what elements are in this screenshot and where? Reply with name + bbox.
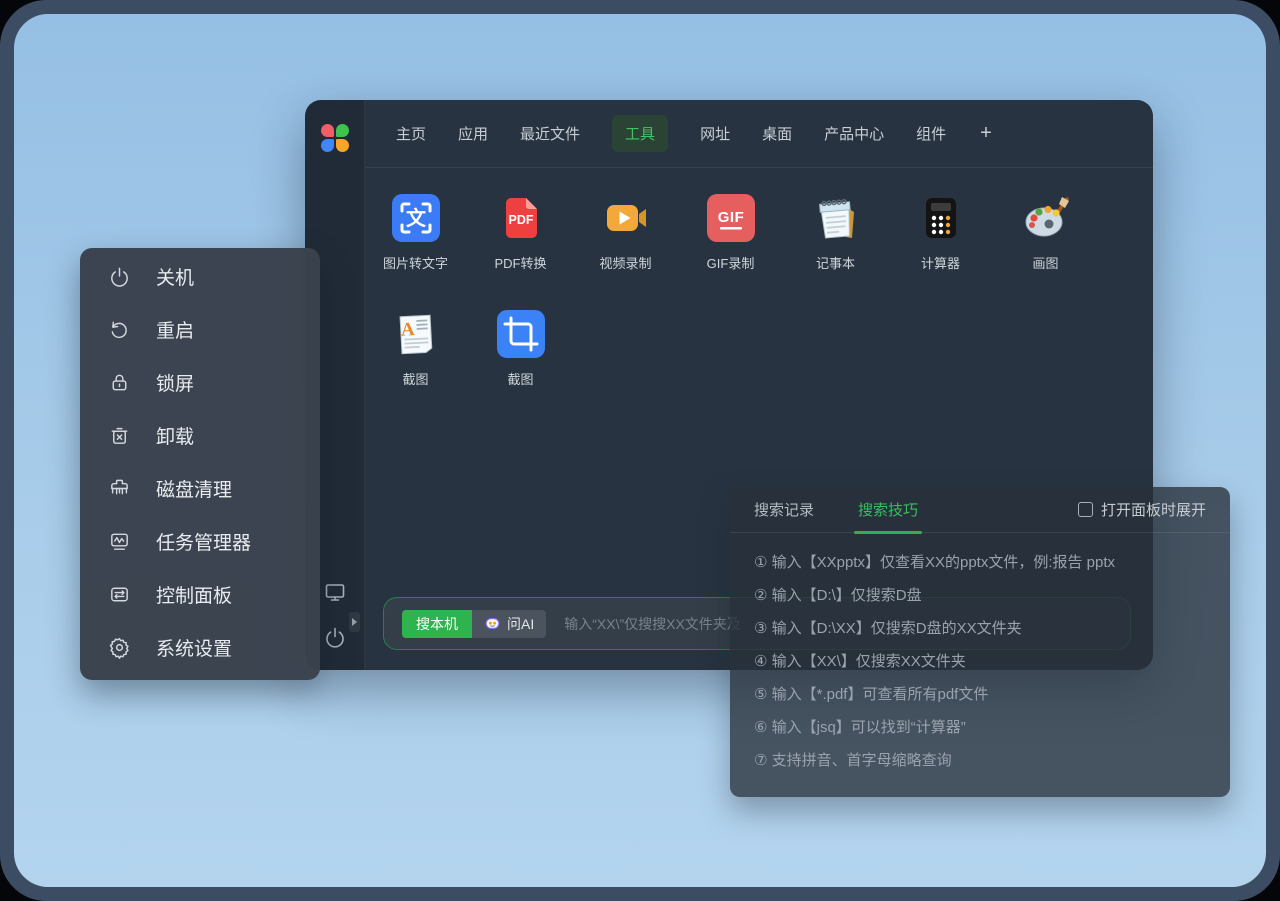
- menu-item-uninstall[interactable]: 卸载: [80, 409, 320, 462]
- notepad-icon: [812, 194, 860, 242]
- tip-item: ⑦ 支持拼音、首字母缩略查询: [754, 744, 1206, 777]
- expand-checkbox[interactable]: [1078, 502, 1093, 517]
- ask-ai-label: 问AI: [507, 614, 534, 634]
- tool-ocr[interactable]: 文 图片转文字: [363, 194, 468, 272]
- tool-paint[interactable]: 画图: [993, 194, 1098, 272]
- tool-label: 视频录制: [599, 253, 651, 272]
- tab-search-history[interactable]: 搜索记录: [754, 499, 814, 520]
- tips-list: ① 输入【XXpptx】仅查看XX的pptx文件，例:报告 pptx ② 输入【…: [730, 533, 1230, 777]
- monitor-icon[interactable]: [323, 580, 347, 609]
- video-camera-icon: [602, 194, 650, 242]
- ocr-icon: 文: [392, 194, 440, 242]
- menu-item-label: 卸载: [156, 422, 194, 449]
- menu-item-label: 磁盘清理: [156, 475, 232, 502]
- tool-gif-record[interactable]: GIF GIF录制: [678, 194, 783, 272]
- sidebar-collapse-handle[interactable]: [349, 612, 360, 632]
- expand-on-open-option[interactable]: 打开面板时展开: [1078, 499, 1206, 520]
- tool-screenshot-crop[interactable]: 截图: [468, 310, 573, 388]
- tip-item: ② 输入【D:\】仅搜索D盘: [754, 579, 1206, 612]
- tool-label: 计算器: [921, 253, 960, 272]
- search-tips-panel: 搜索记录 搜索技巧 打开面板时展开 ① 输入【XXpptx】仅查看XX的pptx…: [730, 487, 1230, 797]
- menu-item-disk-cleanup[interactable]: 磁盘清理: [80, 462, 320, 515]
- menu-item-label: 锁屏: [156, 369, 194, 396]
- logo-petal-blue: [321, 139, 334, 152]
- tab-tools[interactable]: 工具: [612, 115, 668, 152]
- calculator-icon: [917, 194, 965, 242]
- tab-home[interactable]: 主页: [396, 123, 426, 144]
- menu-item-label: 重启: [156, 316, 194, 343]
- tab-search-tips[interactable]: 搜索技巧: [858, 499, 918, 520]
- menu-item-restart[interactable]: 重启: [80, 303, 320, 356]
- tool-screenshot-doc[interactable]: A 截图: [363, 310, 468, 388]
- tip-item: ③ 输入【D:\XX】仅搜索D盘的XX文件夹: [754, 612, 1206, 645]
- lock-icon: [108, 371, 131, 394]
- pdf-icon: PDF: [497, 194, 545, 242]
- trash-x-icon: [108, 424, 131, 447]
- tool-label: GIF录制: [707, 253, 755, 272]
- tab-apps[interactable]: 应用: [458, 123, 488, 144]
- menu-item-label: 关机: [156, 263, 194, 290]
- ask-ai-button[interactable]: 问AI: [472, 610, 546, 638]
- tip-item: ① 输入【XXpptx】仅查看XX的pptx文件，例:报告 pptx: [754, 546, 1206, 579]
- menu-item-label: 控制面板: [156, 581, 232, 608]
- menu-item-task-manager[interactable]: 任务管理器: [80, 515, 320, 568]
- tool-pdf-convert[interactable]: PDF PDF转换: [468, 194, 573, 272]
- tab-desktop[interactable]: 桌面: [762, 123, 792, 144]
- tool-label: 记事本: [816, 253, 855, 272]
- logo-petal-green: [336, 124, 349, 137]
- tool-label: 画图: [1032, 253, 1058, 272]
- tool-label: 截图: [507, 369, 533, 388]
- tool-label: 截图: [402, 369, 428, 388]
- tab-urls[interactable]: 网址: [700, 123, 730, 144]
- svg-text:GIF: GIF: [717, 209, 744, 226]
- tools-grid: 文 图片转文字 PDF PDF转换: [363, 194, 1098, 388]
- search-local-button[interactable]: 搜本机: [402, 610, 472, 638]
- power-context-menu: 关机 重启 锁屏 卸载 磁盘清理: [80, 248, 320, 680]
- tool-label: PDF转换: [494, 253, 546, 272]
- svg-text:PDF: PDF: [508, 213, 533, 227]
- tab-product-center[interactable]: 产品中心: [824, 123, 884, 144]
- gif-icon: GIF: [707, 194, 755, 242]
- screen: 主页 应用 最近文件 工具 网址 桌面 产品中心 组件 + 文: [0, 0, 1280, 901]
- chevron-right-icon: [352, 618, 357, 626]
- app-logo-icon[interactable]: [321, 124, 349, 152]
- search-mode-switch: 搜本机 问AI: [402, 610, 546, 638]
- logo-petal-orange: [336, 139, 349, 152]
- tool-calculator[interactable]: 计算器: [888, 194, 993, 272]
- menu-item-shutdown[interactable]: 关机: [80, 250, 320, 303]
- broom-icon: [108, 477, 131, 500]
- svg-text:文: 文: [406, 206, 427, 230]
- menu-item-label: 任务管理器: [156, 528, 251, 555]
- document-a-icon: A: [392, 310, 440, 358]
- logo-petal-red: [321, 124, 334, 137]
- restart-icon: [108, 318, 131, 341]
- tip-item: ④ 输入【XX\】仅搜索XX文件夹: [754, 645, 1206, 678]
- svg-text:A: A: [400, 319, 415, 341]
- crop-icon: [497, 310, 545, 358]
- menu-item-control-panel[interactable]: 控制面板: [80, 568, 320, 621]
- menu-item-label: 系统设置: [156, 634, 232, 661]
- tab-bar: 主页 应用 最近文件 工具 网址 桌面 产品中心 组件 +: [366, 100, 1153, 168]
- paint-palette-icon: [1022, 194, 1070, 242]
- control-panel-icon: [108, 583, 131, 606]
- tab-widgets[interactable]: 组件: [916, 123, 946, 144]
- tool-label: 图片转文字: [383, 253, 448, 272]
- task-monitor-icon: [108, 530, 131, 553]
- tab-recent-files[interactable]: 最近文件: [520, 123, 580, 144]
- menu-item-system-settings[interactable]: 系统设置: [80, 621, 320, 674]
- gear-icon: [108, 636, 131, 659]
- tip-item: ⑤ 输入【*.pdf】可查看所有pdf文件: [754, 678, 1206, 711]
- menu-item-lock-screen[interactable]: 锁屏: [80, 356, 320, 409]
- tips-panel-header: 搜索记录 搜索技巧 打开面板时展开: [730, 487, 1230, 533]
- expand-checkbox-label: 打开面板时展开: [1101, 499, 1206, 520]
- tool-screen-record[interactable]: 视频录制: [573, 194, 678, 272]
- power-icon: [108, 265, 131, 288]
- power-icon[interactable]: [323, 625, 347, 654]
- tip-item: ⑥ 输入【jsq】可以找到“计算器”: [754, 711, 1206, 744]
- robot-icon: [484, 615, 501, 632]
- tool-notepad[interactable]: 记事本: [783, 194, 888, 272]
- add-tab-button[interactable]: +: [980, 122, 992, 145]
